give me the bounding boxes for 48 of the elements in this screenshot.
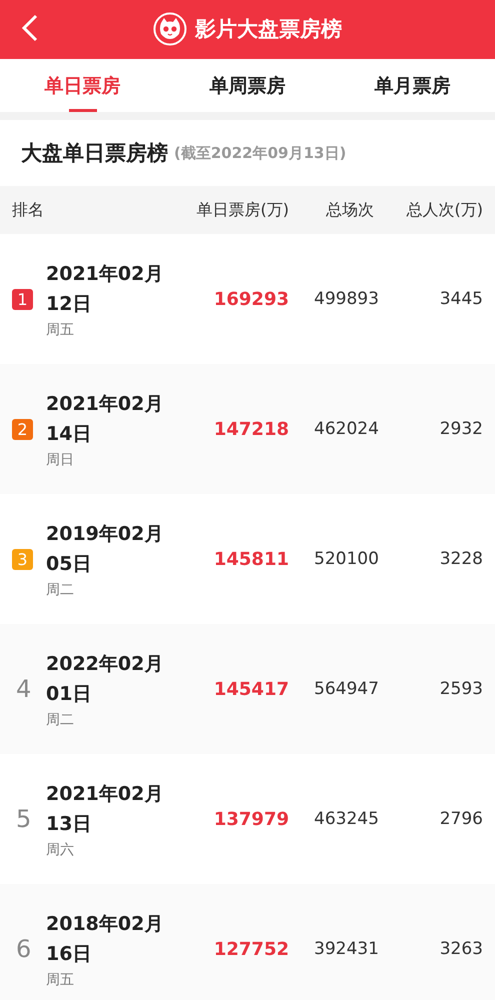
column-header: 单日票房(万) [196,200,289,218]
tab[interactable]: 单日票房 [0,59,165,112]
rank-number: 6 [15,935,32,963]
shows-value: 463245 [314,809,379,829]
rank-number: 5 [15,805,32,833]
date-text: 2021年02月14日 [46,392,164,447]
tab[interactable]: 单月票房 [330,59,495,112]
back-icon[interactable] [20,14,40,42]
shows-value: 564947 [314,679,379,699]
shows-value: 462024 [314,419,379,439]
viewers-value: 2593 [440,679,483,699]
page-title: 影片大盘票房榜 [195,16,342,42]
viewers-value: 3263 [440,939,483,959]
rank-number: 2 [12,418,33,440]
viewers-value: 2932 [440,419,483,439]
box-office-value: 145417 [214,678,289,700]
weekday-text: 周二 [46,711,75,729]
shows-value: 499893 [314,289,379,309]
box-office-value: 137979 [214,808,289,830]
weekday-text: 周日 [46,451,75,469]
column-header: 排名 [12,200,44,218]
shows-value: 392431 [314,939,379,959]
weekday-text: 周五 [46,971,75,989]
rank-number: 4 [15,675,32,703]
date-text: 2021年02月12日 [46,262,164,317]
date-text: 2018年02月16日 [46,912,164,967]
weekday-text: 周五 [46,321,75,339]
date-text: 2019年02月05日 [46,522,164,577]
tab[interactable]: 单周票房 [165,59,330,112]
box-office-value: 127752 [214,938,289,960]
column-header: 总人次(万) [406,200,483,218]
date-text: 2021年02月13日 [46,782,164,837]
box-office-value: 147218 [214,418,289,440]
rank-number: 1 [12,288,33,310]
weekday-text: 周六 [46,841,75,859]
box-office-value: 145811 [214,548,289,570]
cat-logo-icon [153,12,187,46]
shows-value: 520100 [314,549,379,569]
section-title: 大盘单日票房榜 [21,140,168,167]
viewers-value: 3228 [440,549,483,569]
date-note: (截至2022年09月13日) [174,144,346,162]
rank-number: 3 [12,548,33,570]
date-text: 2022年02月01日 [46,652,164,707]
weekday-text: 周二 [46,581,75,599]
column-header: 总场次 [326,200,374,218]
viewers-value: 3445 [440,289,483,309]
box-office-value: 169293 [214,288,289,310]
viewers-value: 2796 [440,809,483,829]
